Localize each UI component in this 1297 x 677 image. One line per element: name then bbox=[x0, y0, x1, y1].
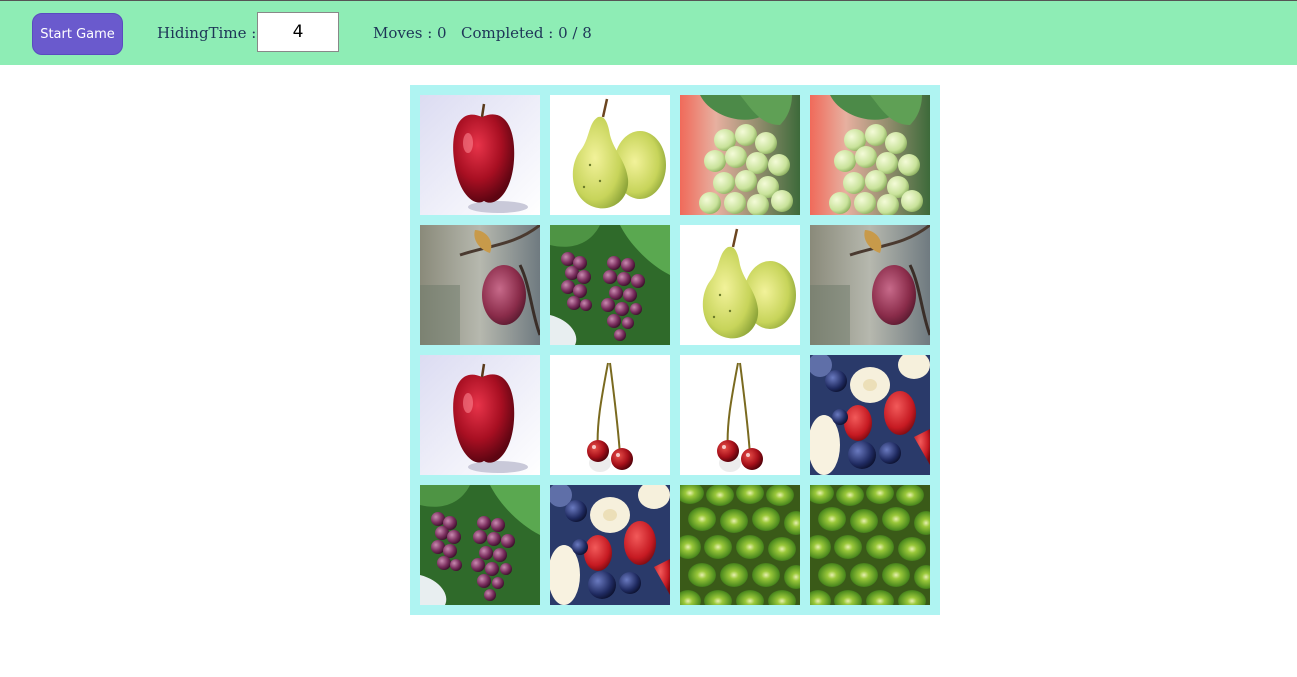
card-apple-on-branch[interactable] bbox=[810, 225, 930, 345]
completed-counter: Completed : 0 / 8 bbox=[461, 24, 592, 42]
card-pear[interactable] bbox=[550, 95, 670, 215]
card-apple-on-branch[interactable] bbox=[420, 225, 540, 345]
kiwi-image bbox=[810, 485, 930, 605]
card-board bbox=[410, 85, 940, 615]
kiwi-image bbox=[680, 485, 800, 605]
card-mixed-berries[interactable] bbox=[810, 355, 930, 475]
card-cherries[interactable] bbox=[550, 355, 670, 475]
card-red-apple[interactable] bbox=[420, 355, 540, 475]
card-kiwi[interactable] bbox=[680, 485, 800, 605]
cherries-image bbox=[550, 355, 670, 475]
card-green-grapes[interactable] bbox=[810, 95, 930, 215]
card-green-grapes[interactable] bbox=[680, 95, 800, 215]
card-red-apple[interactable] bbox=[420, 95, 540, 215]
card-cherries[interactable] bbox=[680, 355, 800, 475]
card-kiwi[interactable] bbox=[810, 485, 930, 605]
cherries-image bbox=[680, 355, 800, 475]
hiding-time-input[interactable] bbox=[257, 12, 339, 52]
card-purple-grapes[interactable] bbox=[420, 485, 540, 605]
card-pear[interactable] bbox=[680, 225, 800, 345]
toolbar: Start Game HidingTime : Moves : 0 Comple… bbox=[0, 0, 1297, 65]
purple-grapes-image bbox=[420, 485, 540, 605]
start-game-button[interactable]: Start Game bbox=[32, 13, 123, 55]
pear-image bbox=[680, 225, 800, 345]
purple-grapes-image bbox=[550, 225, 670, 345]
mixed-berries-image bbox=[550, 485, 670, 605]
pear-image bbox=[550, 95, 670, 215]
red-apple-image bbox=[420, 95, 540, 215]
red-apple-image bbox=[420, 355, 540, 475]
card-purple-grapes[interactable] bbox=[550, 225, 670, 345]
green-grapes-image bbox=[680, 95, 800, 215]
green-grapes-image bbox=[810, 95, 930, 215]
apple-on-branch-image bbox=[420, 225, 540, 345]
apple-on-branch-image bbox=[810, 225, 930, 345]
mixed-berries-image bbox=[810, 355, 930, 475]
moves-counter: Moves : 0 bbox=[373, 24, 447, 42]
hiding-time-label: HidingTime : bbox=[157, 24, 257, 42]
card-mixed-berries[interactable] bbox=[550, 485, 670, 605]
